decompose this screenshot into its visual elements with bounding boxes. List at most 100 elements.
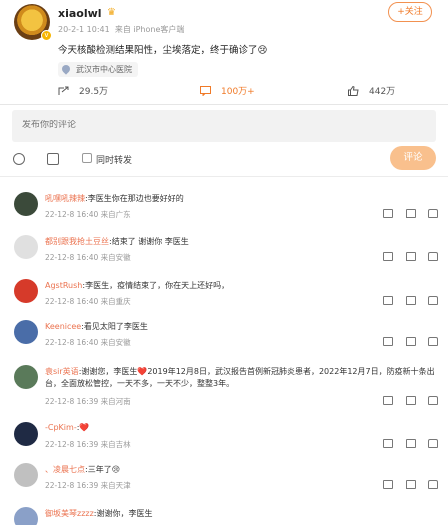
forward-icon[interactable] [383, 480, 393, 489]
forward-icon[interactable] [383, 337, 393, 346]
thumbs-up-icon[interactable] [428, 337, 438, 346]
comment-meta: 22-12-8 16:39 来自吉林 [45, 439, 131, 450]
comment-text: :❤️ [76, 423, 90, 432]
comment-meta: 22-12-8 16:39 来自天津 [45, 480, 131, 491]
comment-from: 来自重庆 [100, 297, 131, 306]
commenter-avatar[interactable] [14, 463, 38, 487]
comment-text-line: -CpKim-:❤️ [45, 423, 89, 432]
reply-icon[interactable] [406, 480, 416, 489]
comment-time: 22-12-8 16:40 [45, 253, 99, 262]
location-label: 武汉市中心医院 [76, 65, 132, 74]
forward-icon[interactable] [383, 439, 393, 448]
crown-icon: ♛ [107, 7, 116, 18]
comment-from: 来自吉林 [100, 440, 131, 449]
reply-icon[interactable] [406, 396, 416, 405]
thumbs-up-icon[interactable] [428, 396, 438, 405]
comment-icon [200, 86, 211, 96]
comment-item: 吼嘿吼辣辣:李医生你在那边也要好好的 22-12-8 16:40 来自广东 [0, 192, 448, 234]
like-button[interactable]: 442万 [348, 84, 395, 97]
comment-count: 100万+ [221, 87, 255, 97]
comment-text: :谢谢您，李医生❤️2019年12月8日，武汉报告首例新冠肺炎患者，2022年1… [45, 367, 435, 388]
comment-item: 御坂美琴zzzz:谢谢你，李医生 [0, 507, 448, 525]
forward-icon[interactable] [383, 252, 393, 261]
thumbs-up-icon[interactable] [428, 439, 438, 448]
comment-item: 袁sir英语:谢谢您，李医生❤️2019年12月8日，武汉报告首例新冠肺炎患者，… [0, 365, 448, 407]
comment-time: 22-12-8 16:39 [45, 440, 99, 449]
share-icon [58, 86, 69, 95]
comment-text-line: Keenicee:看见太阳了李医生 [45, 321, 148, 332]
comment-text-line: AgstRush:李医生，疫情结束了，你在天上还好吗， [45, 280, 229, 291]
commenter-avatar[interactable] [14, 192, 38, 216]
like-count: 442万 [369, 87, 396, 97]
comment-item: 都别跟我抢土豆丝:结束了 谢谢你 李医生 22-12-8 16:40 来自安徽 [0, 235, 448, 277]
comment-meta: 22-12-8 16:40 来自广东 [45, 209, 131, 220]
share-button[interactable]: 29.5万 [58, 84, 108, 97]
reply-icon[interactable] [406, 337, 416, 346]
comment-item: 、凌晨七点:三年了😢 22-12-8 16:39 来自天津 [0, 463, 448, 505]
post-meta: 20-2-1 10:41 来自 iPhone客户端 [58, 24, 184, 35]
comment-text: :李医生你在那边也要好好的 [85, 194, 184, 203]
post-text: 今天核酸检测结果阳性，尘埃落定，终于确诊了😢 [58, 45, 268, 56]
thumbs-up-icon[interactable] [428, 480, 438, 489]
comment-time: 22-12-8 16:39 [45, 481, 99, 490]
location-tag[interactable]: 武汉市中心医院 [58, 62, 138, 77]
comment-from: 来自安徽 [100, 253, 131, 262]
comment-text: :结束了 谢谢你 李医生 [109, 237, 189, 246]
comment-item: -CpKim-:❤️ 22-12-8 16:39 来自吉林 [0, 422, 448, 464]
comment-text: :看见太阳了李医生 [81, 322, 148, 331]
comment-time: 22-12-8 16:40 [45, 297, 99, 306]
forward-icon[interactable] [383, 296, 393, 305]
comment-time: 22-12-8 16:39 [45, 397, 99, 406]
thumbs-up-icon[interactable] [428, 296, 438, 305]
commenter-avatar[interactable] [14, 365, 38, 389]
also-forward-label: 同时转发 [96, 156, 133, 166]
submit-comment-button[interactable]: 评论 [390, 146, 436, 170]
comment-from: 来自广东 [100, 210, 131, 219]
comment-meta: 22-12-8 16:40 来自重庆 [45, 296, 131, 307]
post-actions: 29.5万 100万+ 442万 [0, 80, 448, 104]
author-name[interactable]: xiaolwl [58, 7, 102, 20]
comment-text-line: 都别跟我抢土豆丝:结束了 谢谢你 李医生 [45, 236, 189, 247]
comment-item: AgstRush:李医生，疫情结束了，你在天上还好吗， 22-12-8 16:40… [0, 279, 448, 321]
commenter-avatar[interactable] [14, 235, 38, 259]
commenter-name[interactable]: 御坂美琴zzzz [45, 509, 94, 518]
thumbs-up-icon[interactable] [428, 209, 438, 218]
forward-icon[interactable] [383, 209, 393, 218]
reply-icon[interactable] [406, 296, 416, 305]
commenter-name[interactable]: -CpKim- [45, 423, 77, 432]
divider [0, 104, 448, 105]
commenter-avatar[interactable] [14, 507, 38, 525]
verified-badge-icon: v [41, 30, 52, 41]
commenter-name[interactable]: 袁sir英语 [45, 367, 79, 376]
forward-icon[interactable] [383, 396, 393, 405]
image-icon[interactable] [47, 153, 59, 165]
composer-tools: 同时转发 [0, 146, 448, 170]
commenter-name[interactable]: AgstRush [45, 281, 82, 290]
commenter-avatar[interactable] [14, 320, 38, 344]
comment-composer [12, 110, 436, 142]
comment-text: :三年了😢 [85, 465, 121, 474]
location-pin-icon [60, 63, 72, 75]
commenter-avatar[interactable] [14, 279, 38, 303]
follow-button[interactable]: +关注 [388, 2, 432, 22]
also-forward-checkbox[interactable] [82, 153, 92, 163]
comment-text-line: 吼嘿吼辣辣:李医生你在那边也要好好的 [45, 193, 184, 204]
post-date: 20-2-1 10:41 [58, 25, 110, 34]
commenter-name[interactable]: Keenicee [45, 322, 81, 331]
comment-button[interactable]: 100万+ [200, 84, 255, 97]
comment-input[interactable] [22, 120, 322, 130]
commenter-name[interactable]: 都别跟我抢土豆丝 [45, 237, 109, 246]
comment-text: :谢谢你，李医生 [93, 509, 153, 518]
commenter-name[interactable]: 、凌晨七点 [45, 465, 85, 474]
emoji-icon[interactable] [13, 153, 25, 165]
comment-text-line: 御坂美琴zzzz:谢谢你，李医生 [45, 508, 153, 519]
thumbs-up-icon[interactable] [428, 252, 438, 261]
reply-icon[interactable] [406, 439, 416, 448]
commenter-name[interactable]: 吼嘿吼辣辣 [45, 194, 85, 203]
reply-icon[interactable] [406, 252, 416, 261]
comment-text: :李医生，疫情结束了，你在天上还好吗， [82, 281, 230, 290]
commenter-avatar[interactable] [14, 422, 38, 446]
comment-time: 22-12-8 16:40 [45, 210, 99, 219]
comment-item: Keenicee:看见太阳了李医生 22-12-8 16:40 来自安徽 [0, 320, 448, 362]
reply-icon[interactable] [406, 209, 416, 218]
